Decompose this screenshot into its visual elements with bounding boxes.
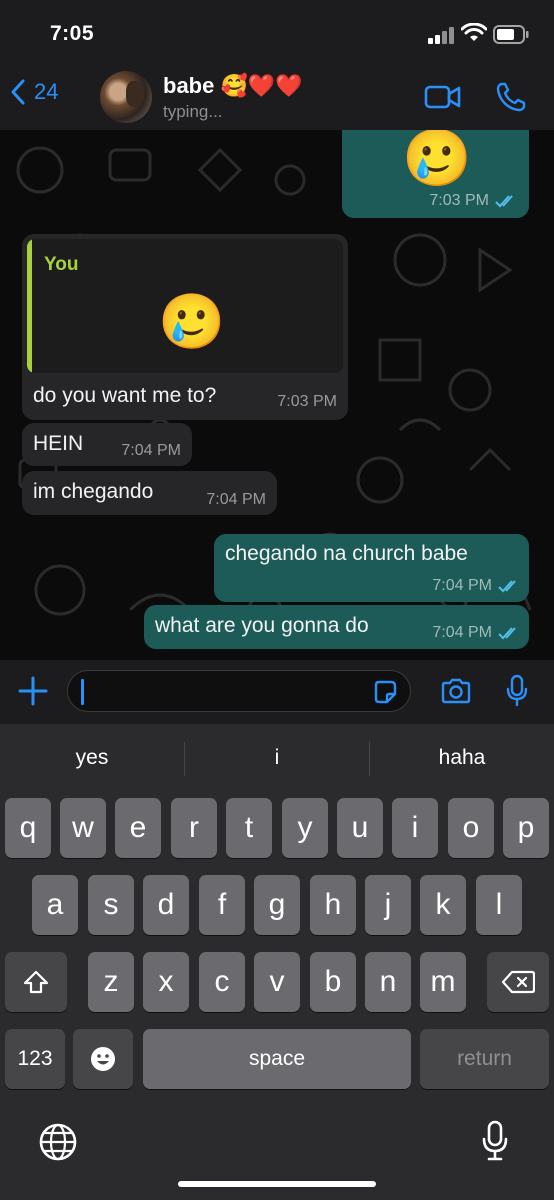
key-i[interactable]: i [392, 798, 438, 858]
key-b[interactable]: b [310, 952, 356, 1012]
message-time: 7:03 PM [277, 393, 337, 410]
message-text: what are you gonna do [155, 614, 369, 637]
key-p[interactable]: p [503, 798, 549, 858]
key-x[interactable]: x [143, 952, 189, 1012]
microphone-icon[interactable] [505, 674, 529, 708]
key-f[interactable]: f [199, 875, 245, 935]
message-input[interactable] [67, 670, 411, 712]
key-c[interactable]: c [199, 952, 245, 1012]
key-s[interactable]: s [88, 875, 134, 935]
message-text: do you want me to? [33, 384, 217, 407]
suggestion-3[interactable]: haha [370, 746, 554, 770]
cellular-signal-icon [428, 26, 456, 44]
message-text: HEIN [33, 432, 84, 455]
text-caret [81, 679, 84, 705]
numbers-key[interactable]: 123 [5, 1029, 65, 1089]
read-receipt-icon [495, 195, 513, 208]
key-g[interactable]: g [254, 875, 300, 935]
key-z[interactable]: z [88, 952, 134, 1012]
sticker-icon[interactable] [372, 679, 398, 705]
key-e[interactable]: e [115, 798, 161, 858]
key-o[interactable]: o [448, 798, 494, 858]
dictation-mic-icon[interactable] [481, 1120, 509, 1162]
message-time: 7:04 PM [206, 491, 266, 508]
unread-count: 24 [34, 79, 59, 104]
predictive-bar: yes i haha [0, 724, 554, 792]
status-bar: 7:05 [0, 0, 554, 64]
key-r[interactable]: r [171, 798, 217, 858]
key-n[interactable]: n [365, 952, 411, 1012]
delete-key[interactable] [487, 952, 549, 1012]
message-meta: 7:04 PM [432, 624, 520, 642]
message-outgoing[interactable]: chegando na church babe 7:04 PM [214, 534, 529, 602]
message-meta: 7:03 PM [429, 192, 517, 210]
message-time: 7:04 PM [432, 624, 492, 641]
keyboard: yes i haha q w e r t y u i o p a s d f g… [0, 724, 554, 1200]
chevron-left-icon [11, 79, 25, 105]
back-button[interactable]: 24 [10, 78, 58, 106]
quoted-reply[interactable]: You 🥲 [27, 239, 343, 373]
space-key[interactable]: space [143, 1029, 411, 1089]
key-j[interactable]: j [365, 875, 411, 935]
contact-status: typing... [163, 102, 223, 121]
video-camera-icon[interactable] [424, 84, 462, 110]
key-w[interactable]: w [60, 798, 106, 858]
message-emoji: 🥲 [402, 130, 472, 189]
compose-bar [0, 660, 554, 724]
camera-icon[interactable] [440, 677, 472, 705]
key-m[interactable]: m [420, 952, 466, 1012]
message-outgoing[interactable]: 🥲 7:03 PM [342, 130, 529, 218]
plus-icon[interactable] [18, 676, 48, 706]
message-list[interactable]: 🥲 7:03 PM You 🥲 do you want me to? 7:03 … [0, 130, 554, 660]
emoji-key[interactable] [73, 1029, 133, 1089]
shift-icon [23, 970, 49, 994]
read-receipt-icon [498, 580, 516, 593]
quote-emoji: 🥲 [158, 292, 226, 352]
key-q[interactable]: q [5, 798, 51, 858]
message-time: 7:04 PM [121, 442, 181, 459]
suggestion-2[interactable]: i [185, 746, 369, 770]
quote-bar [27, 239, 32, 373]
contact-name[interactable]: babe 🥰❤️❤️ [163, 73, 303, 99]
status-time: 7:05 [50, 22, 95, 45]
key-l[interactable]: l [476, 875, 522, 935]
key-k[interactable]: k [420, 875, 466, 935]
message-incoming[interactable]: HEIN 7:04 PM [22, 423, 192, 466]
message-text: chegando na church babe [225, 542, 468, 565]
backspace-icon [501, 970, 535, 994]
wifi-icon [461, 23, 487, 41]
key-h[interactable]: h [310, 875, 356, 935]
key-v[interactable]: v [254, 952, 300, 1012]
message-outgoing[interactable]: what are you gonna do 7:04 PM [144, 605, 529, 649]
contact-avatar[interactable] [100, 71, 152, 123]
key-y[interactable]: y [282, 798, 328, 858]
home-indicator[interactable] [178, 1181, 376, 1187]
quote-author: You [44, 254, 79, 275]
key-u[interactable]: u [337, 798, 383, 858]
battery-icon [493, 25, 529, 44]
message-meta: 7:04 PM [432, 577, 520, 595]
key-a[interactable]: a [32, 875, 78, 935]
globe-icon[interactable] [38, 1122, 78, 1162]
message-time: 7:04 PM [432, 577, 492, 594]
message-incoming[interactable]: You 🥲 do you want me to? 7:03 PM [22, 234, 348, 420]
message-text: im chegando [33, 480, 154, 503]
message-incoming[interactable]: im chegando 7:04 PM [22, 471, 277, 515]
chat-header: 24 babe 🥰❤️❤️ typing... [0, 64, 554, 130]
key-t[interactable]: t [226, 798, 272, 858]
key-d[interactable]: d [143, 875, 189, 935]
shift-key[interactable] [5, 952, 67, 1012]
return-key[interactable]: return [420, 1029, 549, 1089]
suggestion-1[interactable]: yes [0, 746, 184, 770]
message-time: 7:03 PM [429, 192, 489, 209]
phone-icon[interactable] [495, 81, 527, 113]
emoji-icon [91, 1047, 115, 1071]
read-receipt-icon [498, 627, 516, 640]
